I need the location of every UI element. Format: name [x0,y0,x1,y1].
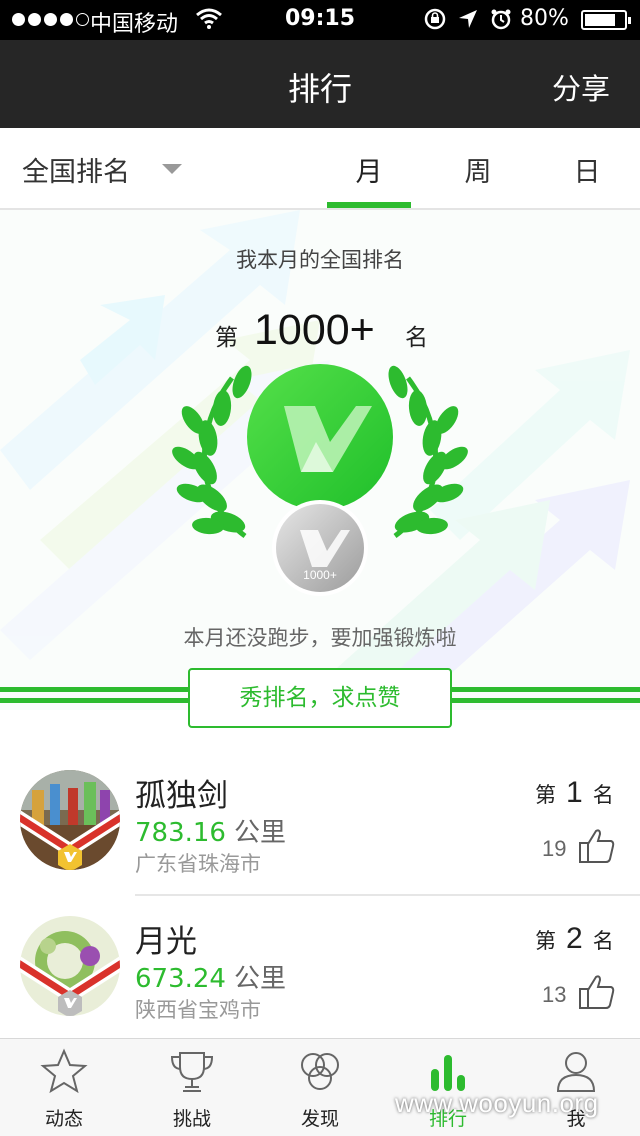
watermark: www.wooyun.org [395,1088,599,1118]
share-rank-button[interactable]: 秀排名，求点赞 [188,668,452,728]
like-count: 19 [542,836,567,861]
alarm-icon [490,8,512,36]
runner-rank: 第2名 [535,922,614,955]
tab-discover[interactable]: 发现 [256,1039,384,1136]
tab-feed[interactable]: 动态 [0,1039,128,1136]
page-title: 排行 [287,70,352,108]
tab-challenge[interactable]: 挑战 [128,1039,256,1136]
navigation-bar: 排行 分享 [0,40,640,128]
runner-name: 月光 [135,924,197,960]
tab-label: 发现 [300,1108,339,1130]
star-icon [40,1048,88,1094]
circles-icon [301,1053,339,1090]
tab-bar: 动态 挑战 发现 排行 我 [0,1038,640,1136]
tab-label: 动态 [44,1108,83,1130]
ranking-row[interactable]: 孤独剑 783.16 公里 广东省珠海市 第1名 19 [0,750,640,896]
runner-distance: 673.24 公里 [135,964,286,994]
tab-day[interactable]: 日 [545,150,629,189]
thumbs-up-icon[interactable] [578,974,616,1014]
tab-month[interactable]: 月 [327,150,411,189]
battery-percent: 80% [520,6,569,31]
ranking-row[interactable]: 月光 673.24 公里 陕西省宝鸡市 第2名 13 [0,896,640,1042]
list-divider [135,894,640,896]
avatar[interactable] [20,770,120,870]
runner-location: 广东省珠海市 [135,852,261,876]
tab-week[interactable]: 周 [436,150,520,189]
tab-label: 挑战 [172,1108,211,1130]
rotation-lock-icon [424,8,446,36]
encouragement-message: 本月还没跑步，要加强锻炼啦 [183,626,457,650]
caret-down-icon[interactable] [162,164,182,174]
runner-rank: 第1名 [535,776,614,809]
trophy-icon [170,1052,214,1092]
my-rank-panel: 我本月的全国排名 第 1000+ 名 1000+ 本月还没跑步，要加强锻炼啦 [0,210,640,710]
medal-rank-label: 1000+ [303,568,337,582]
share-button[interactable]: 分享 [552,66,610,108]
runner-name: 孤独剑 [135,778,228,814]
battery-icon [581,10,631,30]
thumbs-up-icon[interactable] [578,828,616,868]
runner-location: 陕西省宝鸡市 [135,998,261,1022]
share-rank-strip: 秀排名，求点赞 [0,668,640,728]
ranking-list: 孤独剑 783.16 公里 广东省珠海市 第1名 19 月光 673.24 公里 陕… [0,750,640,1042]
runner-distance: 783.16 公里 [135,818,286,848]
status-bar: 中国移动 09:15 80% [0,0,640,40]
selected-tab-indicator [327,202,411,208]
location-arrow-icon [458,9,478,35]
like-count: 13 [542,982,567,1007]
avatar[interactable] [20,916,120,1016]
filter-bar: 全国排名 月 周 日 [0,128,640,210]
region-selector[interactable]: 全国排名 [22,150,130,189]
